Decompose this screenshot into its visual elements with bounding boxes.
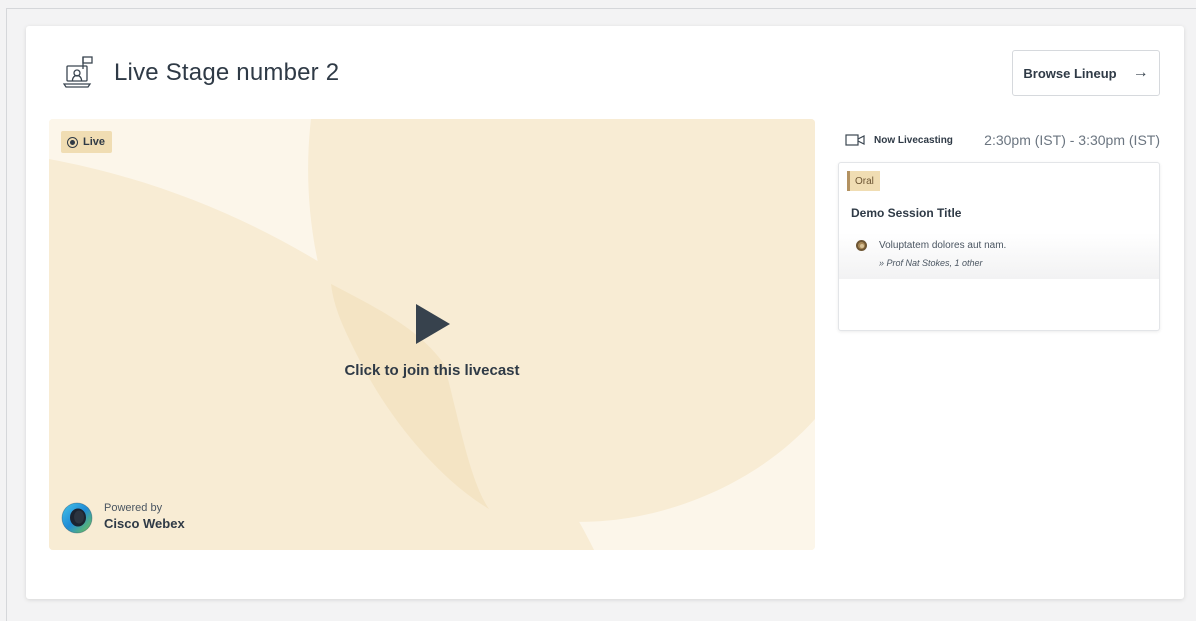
play-icon[interactable] (416, 304, 450, 344)
video-camera-icon (845, 133, 865, 147)
stage-presenter-icon (62, 55, 97, 91)
session-title[interactable]: Demo Session Title (851, 206, 961, 220)
live-badge: Live (61, 131, 113, 153)
livecast-player[interactable]: Live Click to join this livecast Powered… (49, 119, 815, 550)
now-livecasting-row: Now Livecasting 2:30pm (IST) - 3:30pm (I… (845, 129, 1160, 151)
session-time-range: 2:30pm (IST) - 3:30pm (IST) (984, 132, 1160, 148)
browse-lineup-label: Browse Lineup (1023, 65, 1117, 81)
speaker-names[interactable]: » Prof Nat Stokes, 1 other (879, 258, 983, 268)
provider-name: Cisco Webex (104, 516, 185, 531)
page-title: Live Stage number 2 (114, 59, 340, 86)
browse-lineup-button[interactable]: Browse Lineup → (1012, 50, 1160, 96)
session-type-badge: Oral (847, 171, 880, 191)
join-livecast-label[interactable]: Click to join this livecast (49, 362, 815, 379)
powered-by-label: Powered by (104, 502, 163, 514)
current-session-card[interactable]: Oral Demo Session Title Voluptatem dolor… (838, 162, 1160, 331)
arrow-right-icon: → (1132, 64, 1149, 81)
webex-logo-icon (61, 502, 93, 534)
now-livecasting-label: Now Livecasting (874, 134, 953, 146)
speaker-avatar-icon (856, 240, 867, 251)
stage-card: Live Stage number 2 Browse Lineup → Live… (26, 26, 1184, 599)
live-label: Live (83, 136, 106, 148)
session-description: Voluptatem dolores aut nam. (879, 240, 1007, 251)
live-record-icon (67, 136, 78, 148)
